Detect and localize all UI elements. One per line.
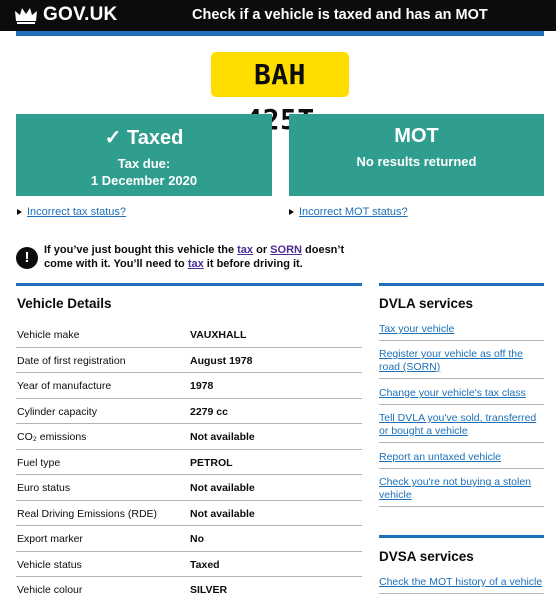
tax-status-title: ✓ Taxed [104, 127, 184, 149]
row-value: Not available [190, 482, 255, 494]
table-row: CO₂ emissions Not available [16, 424, 362, 450]
dvsa-services-heading: DVSA services [379, 549, 474, 564]
warning-text-part: or [253, 244, 271, 256]
row-value: 2279 cc [190, 405, 228, 418]
row-label: Year of manufacture [17, 380, 112, 392]
sorn-link[interactable]: SORN [270, 244, 302, 256]
tax-due-label: Tax due: [117, 156, 171, 171]
row-label: Euro status [17, 482, 71, 494]
service-name[interactable]: Check if a vehicle is taxed and has an M… [192, 7, 488, 23]
tax-your-vehicle-link[interactable]: Tax your vehicle [379, 323, 544, 341]
warning-text-part: it before driving it. [203, 258, 303, 270]
row-value: Not available [190, 431, 255, 443]
registration-plate: BAH 425T [211, 52, 349, 136]
mot-status-panel: MOT No results returned [289, 114, 544, 196]
row-label: Date of first registration [17, 354, 126, 367]
table-row: Vehicle make VAUXHALL [16, 322, 362, 348]
row-label: Vehicle colour [17, 584, 83, 596]
table-row: Date of first registration August 1978 [16, 348, 362, 373]
logo-text: GOV.UK [43, 4, 118, 25]
tax-link[interactable]: tax [237, 244, 253, 256]
sorn-vehicle-link[interactable]: Register your vehicle as off the road (S… [379, 348, 544, 379]
row-label: Export marker [17, 533, 83, 545]
table-row: Euro status Not available [16, 475, 362, 501]
crown-icon [15, 8, 37, 24]
dvla-services-rule [379, 283, 544, 286]
govuk-logo[interactable]: GOV.UK [14, 4, 117, 26]
tax-link-2[interactable]: tax [188, 258, 204, 270]
incorrect-tax-status-link[interactable]: Incorrect tax status? [17, 206, 126, 218]
triangle-right-icon [17, 209, 22, 215]
tell-dvla-sold-link[interactable]: Tell DVLA you've sold, transferred or bo… [379, 412, 544, 443]
table-row: Cylinder capacity 2279 cc [16, 399, 362, 424]
dvsa-services-rule [379, 535, 544, 538]
row-value: SILVER [190, 584, 228, 596]
mot-status-title: MOT [394, 125, 439, 147]
row-value: PETROL [190, 456, 233, 469]
mot-result: No results returned [356, 154, 477, 169]
table-row: Year of manufacture 1978 [16, 373, 362, 399]
mot-history-link[interactable]: Check the MOT history of a vehicle [379, 576, 544, 594]
change-tax-class-link[interactable]: Change your vehicle's tax class [379, 387, 544, 405]
incorrect-tax-status-label: Incorrect tax status? [27, 206, 127, 218]
warning-text: If you’ve just bought this vehicle the t… [44, 243, 374, 271]
incorrect-mot-status-label: Incorrect MOT status? [299, 206, 408, 218]
warning-text-part: If you’ve just bought this vehicle the [44, 244, 238, 256]
row-value: VAUXHALL [190, 329, 247, 341]
row-value: 1978 [190, 380, 214, 392]
row-label: Fuel type [17, 456, 61, 469]
check-stolen-vehicle-link[interactable]: Check you're not buying a stolen vehicle [379, 476, 544, 507]
tax-due-date: 1 December 2020 [90, 173, 198, 188]
report-untaxed-link[interactable]: Report an untaxed vehicle [379, 451, 544, 469]
table-row: Vehicle colour SILVER [16, 577, 362, 600]
row-value: No [190, 533, 204, 545]
table-row: Vehicle status Taxed [16, 552, 362, 577]
vehicle-details-heading: Vehicle Details [17, 296, 112, 311]
row-value: Not available [190, 507, 255, 520]
warning-icon: ! [16, 247, 38, 269]
tax-status-panel: ✓ Taxed Tax due: 1 December 2020 [16, 114, 272, 196]
row-label: Real Driving Emissions (RDE) [17, 507, 158, 520]
triangle-right-icon [289, 209, 294, 215]
row-label: CO₂ emissions [17, 431, 87, 443]
header-blue-bar [16, 31, 544, 36]
govuk-header: GOV.UK Check if a vehicle is taxed and h… [0, 0, 556, 31]
incorrect-mot-status-link[interactable]: Incorrect MOT status? [289, 206, 408, 218]
table-row: Real Driving Emissions (RDE) Not availabl… [16, 501, 362, 526]
vehicle-details-rule [16, 283, 362, 286]
row-label: Vehicle status [17, 558, 82, 571]
row-value: Taxed [190, 558, 220, 571]
table-row: Fuel type PETROL [16, 450, 362, 475]
row-label: Cylinder capacity [17, 405, 97, 418]
row-label: Vehicle make [17, 329, 80, 341]
row-value: August 1978 [190, 354, 253, 367]
table-row: Export marker No [16, 526, 362, 552]
dvla-services-heading: DVLA services [379, 296, 474, 311]
